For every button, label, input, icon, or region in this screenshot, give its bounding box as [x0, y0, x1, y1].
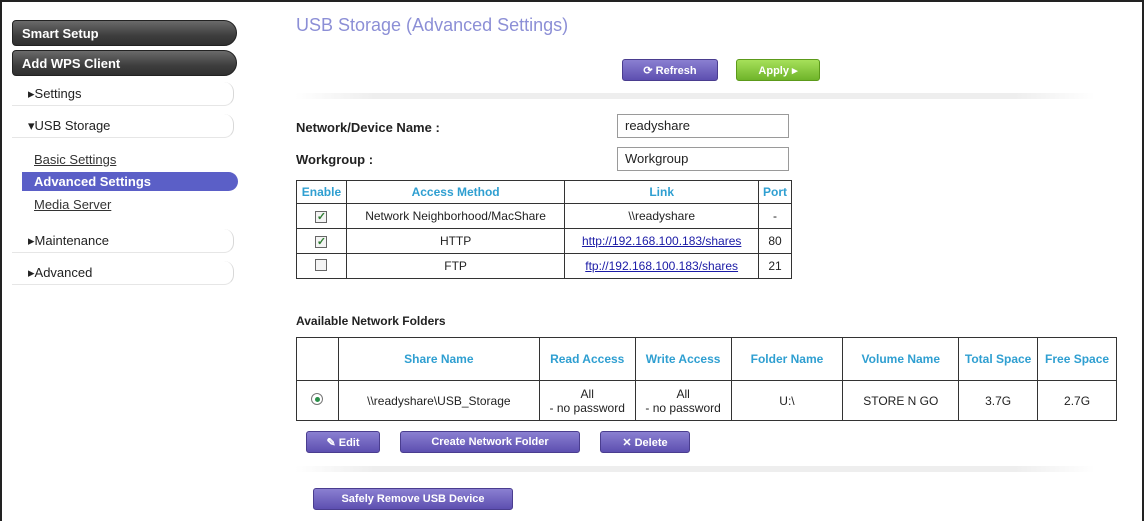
access-method: Network Neighborhood/MacShare [345, 203, 566, 229]
table-row: ✓ Network Neighborhood/MacShare \\readys… [296, 203, 792, 229]
share-name: \\readyshare\USB_Storage [337, 380, 540, 421]
volume-name: STORE N GO [842, 380, 960, 421]
port-value: 21 [758, 253, 792, 279]
network-folders-table: Share Name Read Access Write Access Fold… [296, 337, 1117, 421]
available-folders-heading: Available Network Folders [296, 314, 446, 328]
header-free-space: Free Space [1037, 337, 1117, 381]
divider [295, 466, 1095, 472]
sidebar-item-advanced-settings[interactable]: Advanced Settings [22, 172, 238, 191]
access-method: HTTP [345, 228, 566, 254]
workgroup-label: Workgroup : [296, 152, 374, 167]
device-name-label: Network/Device Name : [296, 120, 440, 135]
header-write-access: Write Access [634, 337, 732, 381]
safely-remove-usb-button[interactable]: Safely Remove USB Device [313, 488, 513, 510]
edit-button[interactable]: ✎ Edit [306, 431, 380, 453]
header-volume-name: Volume Name [842, 337, 960, 381]
header-link: Link [564, 180, 760, 204]
sidebar-item-settings[interactable]: ▸Settings [12, 82, 234, 106]
add-wps-client-button[interactable]: Add WPS Client [12, 50, 237, 76]
enable-checkbox-netshare[interactable]: ✓ [315, 211, 328, 223]
access-method: FTP [345, 253, 566, 279]
folder-name: U:\ [730, 380, 844, 421]
enable-checkbox-http[interactable]: ✓ [315, 236, 328, 248]
folder-select-radio[interactable] [311, 393, 324, 405]
free-space: 2.7G [1037, 380, 1117, 421]
sidebar-item-advanced[interactable]: ▸Advanced [12, 261, 234, 285]
total-space: 3.7G [958, 380, 1039, 421]
access-method-table: Enable Access Method Link Port ✓ Network… [296, 180, 792, 279]
workgroup-field[interactable]: Workgroup [617, 147, 789, 171]
table-row: \\readyshare\USB_Storage All - no passwo… [296, 380, 1117, 421]
header-read-access: Read Access [538, 337, 636, 381]
header-access-method: Access Method [345, 180, 566, 204]
header-folder-name: Folder Name [730, 337, 844, 381]
header-total-space: Total Space [958, 337, 1039, 381]
write-access: All - no password [634, 380, 732, 421]
device-name-field[interactable]: readyshare [617, 114, 789, 138]
enable-checkbox-ftp[interactable] [315, 258, 328, 271]
ftp-link[interactable]: ftp://192.168.100.183/shares [585, 259, 738, 273]
header-port: Port [758, 180, 792, 204]
header-select [296, 337, 339, 381]
apply-button[interactable]: Apply ▸ [736, 59, 820, 81]
refresh-button[interactable]: ⟳ Refresh [622, 59, 718, 81]
http-link[interactable]: http://192.168.100.183/shares [582, 234, 741, 248]
table-row: ✓ HTTP http://192.168.100.183/shares 80 [296, 228, 792, 254]
port-value: 80 [758, 228, 792, 254]
read-access: All - no password [538, 380, 636, 421]
link-text: \\readyshare [564, 203, 760, 229]
port-value: - [758, 203, 792, 229]
header-share-name: Share Name [337, 337, 540, 381]
page-title: USB Storage (Advanced Settings) [296, 15, 569, 35]
sidebar-item-basic-settings[interactable]: Basic Settings [34, 152, 116, 167]
smart-setup-button[interactable]: Smart Setup [12, 20, 237, 46]
table-row: FTP ftp://192.168.100.183/shares 21 [296, 253, 792, 279]
divider [295, 93, 1095, 99]
header-enable: Enable [296, 180, 347, 204]
create-network-folder-button[interactable]: Create Network Folder [400, 431, 580, 453]
sidebar-item-usb-storage[interactable]: ▾USB Storage [12, 114, 234, 138]
delete-button[interactable]: ✕ Delete [600, 431, 690, 453]
sidebar-item-media-server[interactable]: Media Server [34, 197, 111, 212]
sidebar-item-maintenance[interactable]: ▸Maintenance [12, 229, 234, 253]
